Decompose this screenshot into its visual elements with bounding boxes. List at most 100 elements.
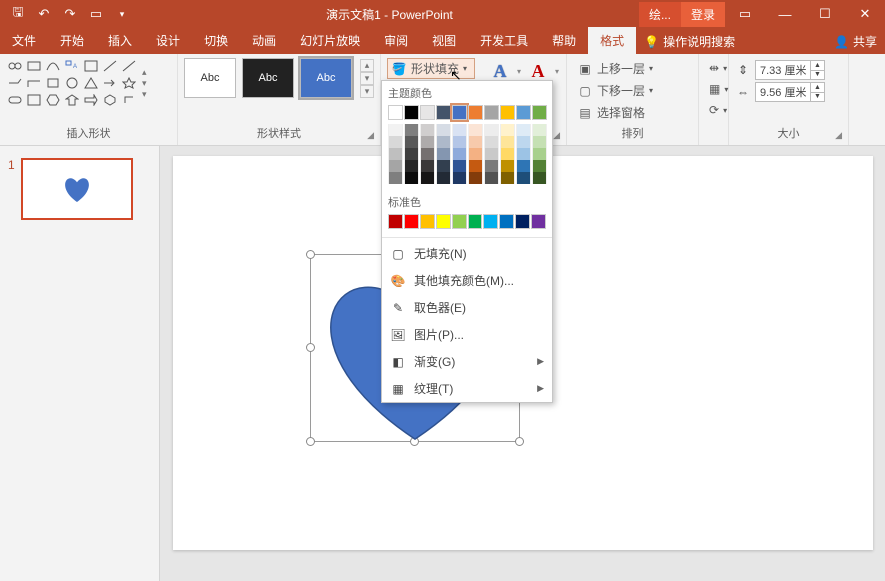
color-swatch[interactable] (420, 172, 435, 184)
color-swatch[interactable] (404, 160, 419, 172)
group-button[interactable]: ▦▾ (705, 79, 722, 99)
share-button[interactable]: 👤共享 (826, 29, 885, 54)
shape-item[interactable] (120, 75, 138, 91)
color-swatch[interactable] (388, 124, 403, 136)
color-swatch[interactable] (436, 124, 451, 136)
color-swatch[interactable] (404, 214, 419, 229)
shape-item[interactable] (63, 75, 81, 91)
style-gallery-nav[interactable]: ▴▾▾ (360, 59, 374, 98)
color-swatch[interactable] (532, 160, 547, 172)
color-swatch[interactable] (500, 148, 515, 160)
shape-fill-button[interactable]: 🪣 形状填充 ▾ (387, 58, 475, 79)
tab-developer[interactable]: 开发工具 (468, 27, 540, 54)
color-swatch[interactable] (484, 148, 499, 160)
color-swatch[interactable] (452, 124, 467, 136)
color-swatch[interactable] (484, 172, 499, 184)
dialog-launcher-icon[interactable]: ◢ (553, 130, 560, 141)
style-preset[interactable]: Abc (184, 58, 236, 98)
tab-slideshow[interactable]: 幻灯片放映 (288, 27, 372, 54)
color-swatch[interactable] (468, 136, 483, 148)
color-swatch[interactable] (468, 172, 483, 184)
rotate-button[interactable]: ⟳▾ (705, 100, 722, 120)
color-swatch[interactable] (516, 148, 531, 160)
login-button[interactable]: 登录 (681, 2, 725, 27)
color-swatch[interactable] (500, 105, 515, 120)
shape-item[interactable] (120, 92, 138, 108)
color-swatch[interactable] (452, 214, 467, 229)
color-swatch[interactable] (420, 214, 435, 229)
color-swatch[interactable] (516, 136, 531, 148)
shape-item[interactable] (101, 75, 119, 91)
color-swatch[interactable] (484, 124, 499, 136)
tab-design[interactable]: 设计 (144, 27, 192, 54)
color-swatch[interactable] (516, 172, 531, 184)
tab-review[interactable]: 审阅 (372, 27, 420, 54)
color-swatch[interactable] (484, 160, 499, 172)
color-swatch[interactable] (532, 136, 547, 148)
color-swatch[interactable] (436, 160, 451, 172)
redo-icon[interactable]: ↷ (62, 6, 78, 22)
maximize-button[interactable]: ☐ (805, 6, 845, 22)
color-swatch[interactable] (436, 136, 451, 148)
color-swatch[interactable] (404, 148, 419, 160)
tab-format[interactable]: 格式 (588, 27, 636, 54)
color-swatch[interactable] (484, 105, 499, 120)
shape-item[interactable]: A (63, 58, 81, 74)
tab-insert[interactable]: 插入 (96, 27, 144, 54)
shapes-gallery[interactable]: A (6, 58, 138, 108)
color-swatch[interactable] (516, 105, 531, 120)
style-preset[interactable]: Abc (300, 58, 352, 98)
color-swatch[interactable] (436, 172, 451, 184)
color-swatch[interactable] (500, 136, 515, 148)
color-swatch[interactable] (452, 172, 467, 184)
color-swatch[interactable] (436, 105, 451, 120)
color-swatch[interactable] (388, 105, 403, 120)
width-input[interactable]: 9.56 厘米▲▼ (755, 82, 825, 102)
dialog-launcher-icon[interactable]: ◢ (367, 130, 374, 141)
tab-file[interactable]: 文件 (0, 27, 48, 54)
picture-item[interactable]: 🖼图片(P)... (382, 321, 552, 348)
qat-more-icon[interactable]: ▾ (114, 6, 130, 22)
color-swatch[interactable] (532, 148, 547, 160)
shape-item[interactable] (6, 92, 24, 108)
resize-handle[interactable] (306, 250, 315, 259)
resize-handle[interactable] (515, 437, 524, 446)
close-button[interactable]: ✕ (845, 6, 885, 22)
color-swatch[interactable] (532, 172, 547, 184)
color-swatch[interactable] (404, 124, 419, 136)
thumbnail-preview[interactable] (21, 158, 133, 220)
color-swatch[interactable] (420, 148, 435, 160)
color-swatch[interactable] (468, 148, 483, 160)
color-swatch[interactable] (388, 136, 403, 148)
height-input[interactable]: 7.33 厘米▲▼ (755, 60, 825, 80)
resize-handle[interactable] (306, 437, 315, 446)
color-swatch[interactable] (436, 214, 451, 229)
color-swatch[interactable] (531, 214, 546, 229)
color-swatch[interactable] (452, 105, 467, 120)
color-swatch[interactable] (500, 172, 515, 184)
ribbon-options-icon[interactable]: ▭ (725, 6, 765, 22)
color-swatch[interactable] (388, 148, 403, 160)
shape-item[interactable] (6, 58, 24, 74)
minimize-button[interactable]: — (765, 7, 805, 22)
shape-item[interactable] (82, 75, 100, 91)
shape-item[interactable] (25, 92, 43, 108)
color-swatch[interactable] (516, 124, 531, 136)
color-swatch[interactable] (420, 124, 435, 136)
shape-item[interactable] (44, 92, 62, 108)
tab-animation[interactable]: 动画 (240, 27, 288, 54)
tab-home[interactable]: 开始 (48, 27, 96, 54)
color-swatch[interactable] (484, 136, 499, 148)
color-swatch[interactable] (468, 124, 483, 136)
shape-item[interactable] (44, 58, 62, 74)
color-swatch[interactable] (388, 172, 403, 184)
slide-thumbnail[interactable]: 1 (8, 158, 151, 220)
color-swatch[interactable] (483, 214, 498, 229)
bring-forward-button[interactable]: ▣上移一层▾ (573, 58, 692, 79)
shape-item[interactable] (63, 92, 81, 108)
eyedropper-item[interactable]: ✎取色器(E) (382, 294, 552, 321)
color-swatch[interactable] (436, 148, 451, 160)
color-swatch[interactable] (404, 105, 419, 120)
color-swatch[interactable] (404, 136, 419, 148)
shape-item[interactable] (82, 58, 100, 74)
